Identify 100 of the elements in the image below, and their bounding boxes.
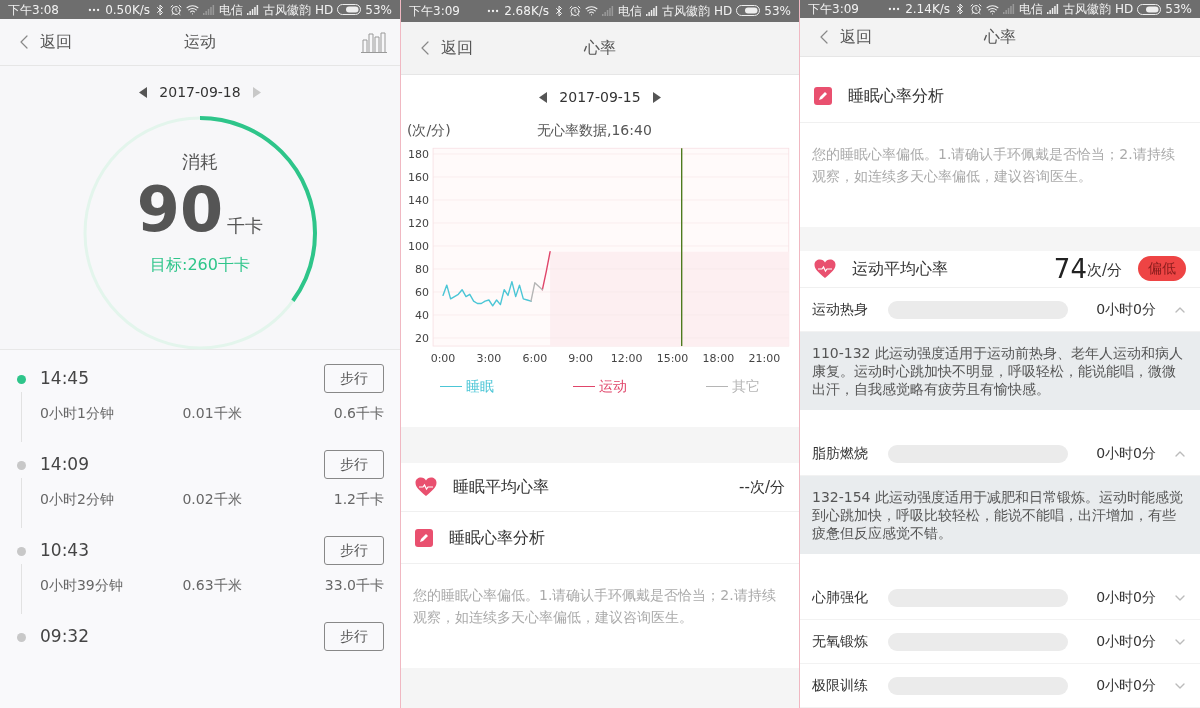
signal-icon [247,4,260,15]
zone-duration: 0小时0分 [1095,588,1156,607]
wifi-icon [186,3,200,17]
network-speed: 0.50K/s [105,1,151,19]
legend-label: 其它 [731,377,760,397]
heart-pulse-icon [814,258,836,279]
y-tick-label: 180 [408,148,430,162]
activity-type-button[interactable]: 步行 [324,364,384,393]
battery-level: 53% [764,2,791,20]
y-tick-label: 40 [415,309,430,323]
date-label: 2017-09-18 [159,83,241,103]
x-tick-label: 18:00 [702,352,735,366]
screen-title: 心率 [983,25,1017,48]
edit-icon [415,528,433,547]
y-tick-label: 120 [408,217,430,231]
edit-icon [814,87,832,106]
network-type: HD [1115,1,1134,18]
average-title: 睡眠平均心率 [453,476,550,499]
analysis-title: 睡眠心率分析 [848,85,944,108]
bar-chart-icon[interactable] [360,31,388,54]
zone-name: 心肺强化 [812,588,869,607]
back-button[interactable]: 返回 [12,30,102,55]
operator-name: 古风徽韵 [1063,1,1112,18]
status-time: 下午3:09 [409,2,460,20]
y-axis-label: (次/分) [407,121,452,141]
zone-duration: 0小时0分 [1095,676,1156,695]
signal-icon [602,5,615,16]
heart-pulse-icon [415,477,437,498]
record-time: 14:45 [40,366,89,390]
back-button[interactable]: 返回 [413,36,503,60]
x-tick-label: 0:00 [430,352,456,366]
y-tick-label: 100 [408,240,430,254]
analysis-text: 您的睡眠心率偏低。1.请确认手环佩戴是否恰当；2.请持续观察，如连续多天心率偏低，建议咨询医生。 [811,144,1176,186]
operator-name: 古风徽韵 [662,2,711,20]
zone-duration: 0小时0分 [1095,444,1156,463]
screen-title: 运动 [183,31,217,54]
network-type: HD [315,1,334,19]
screen-title: 心率 [583,37,617,59]
activity-type-button[interactable]: 步行 [324,622,384,651]
status-time: 下午3:09 [808,1,859,18]
previous-day-icon[interactable] [539,92,548,104]
battery-level: 53% [1165,1,1192,18]
zone-name: 无氧锻炼 [812,632,869,651]
record-distance: 0.01千米 [182,404,242,423]
signal-icon [1047,4,1060,14]
average-value: --次/分 [739,476,785,498]
signal-icon [203,4,216,15]
activity-type-button[interactable]: 步行 [324,450,384,479]
next-day-icon[interactable] [652,92,661,104]
x-tick-label: 3:00 [476,352,502,366]
signal-icon [1003,4,1016,14]
y-tick-label: 160 [408,171,430,185]
status-time: 下午3:08 [8,1,59,19]
x-tick-label: 21:00 [748,352,781,366]
carrier-name: 电信 [219,1,244,19]
y-tick-label: 20 [415,332,430,346]
operator-name: 古风徽韵 [263,1,312,19]
date-label: 2017-09-15 [559,88,641,108]
average-title: 运动平均心率 [852,257,949,280]
x-tick-label: 12:00 [610,352,643,366]
record-time: 10:43 [40,538,89,562]
alarm-icon [970,3,983,15]
status-badge: 偏低 [1138,256,1186,282]
x-tick-label: 15:00 [656,352,689,366]
record-calories: 0.6千卡 [332,404,384,423]
zone-description: 110-132 此运动强度适用于运动前热身、老年人运动和病人康复。运动时心跳加快不明显，呼吸轻松，能说能唱，微微出汗，自我感觉略有疲劳且有愉快感。 [800,332,1200,410]
back-button[interactable]: 返回 [812,24,902,49]
record-distance: 0.63千米 [182,576,242,595]
analysis-text: 您的睡眠心率偏低。1.请确认手环佩戴是否恰当；2.请持续观察，如连续多天心率偏低，建议咨询医生。 [412,586,777,628]
zone-name: 运动热身 [812,300,869,319]
record-duration: 0小时2分钟 [40,490,115,509]
record-calories: 1.2千卡 [332,490,384,509]
activity-type-button[interactable]: 步行 [324,536,384,565]
record-distance: 0.02千米 [182,490,242,509]
zone-name: 脂肪燃烧 [812,444,869,463]
zone-duration: 0小时0分 [1095,300,1156,319]
analysis-title: 睡眠心率分析 [449,526,545,549]
calorie-goal: 目标:260千卡 [150,253,250,276]
calorie-value: 90 [136,178,224,241]
calorie-unit: 千卡 [227,213,264,238]
legend-label: 运动 [599,377,627,397]
x-tick-label: 6:00 [522,352,548,366]
legend-label: 睡眠 [466,377,495,397]
zone-description: 132-154 此运动强度适用于减肥和日常锻炼。运动时能感觉到心跳加快，呼吸比较轻松，能说不能唱，出汗增加，有些疲惫但反应感觉不错。 [800,476,1200,554]
wifi-icon [986,2,1000,16]
alarm-icon [569,4,582,17]
network-speed: 2.68K/s [504,2,550,20]
battery-icon [736,5,761,17]
zone-name: 极限训练 [812,676,869,695]
battery-level: 53% [365,1,392,19]
chart-title: 无心率数据,16:40 [537,121,652,141]
y-tick-label: 80 [415,263,430,277]
signal-icon [646,5,659,16]
wifi-icon [585,4,599,18]
battery-icon [1137,3,1162,15]
zone-duration: 0小时0分 [1095,632,1156,651]
x-tick-label: 9:00 [568,352,594,366]
previous-day-icon[interactable] [139,87,148,99]
alarm-icon [170,3,183,16]
network-speed: 2.14K/s [905,1,951,18]
